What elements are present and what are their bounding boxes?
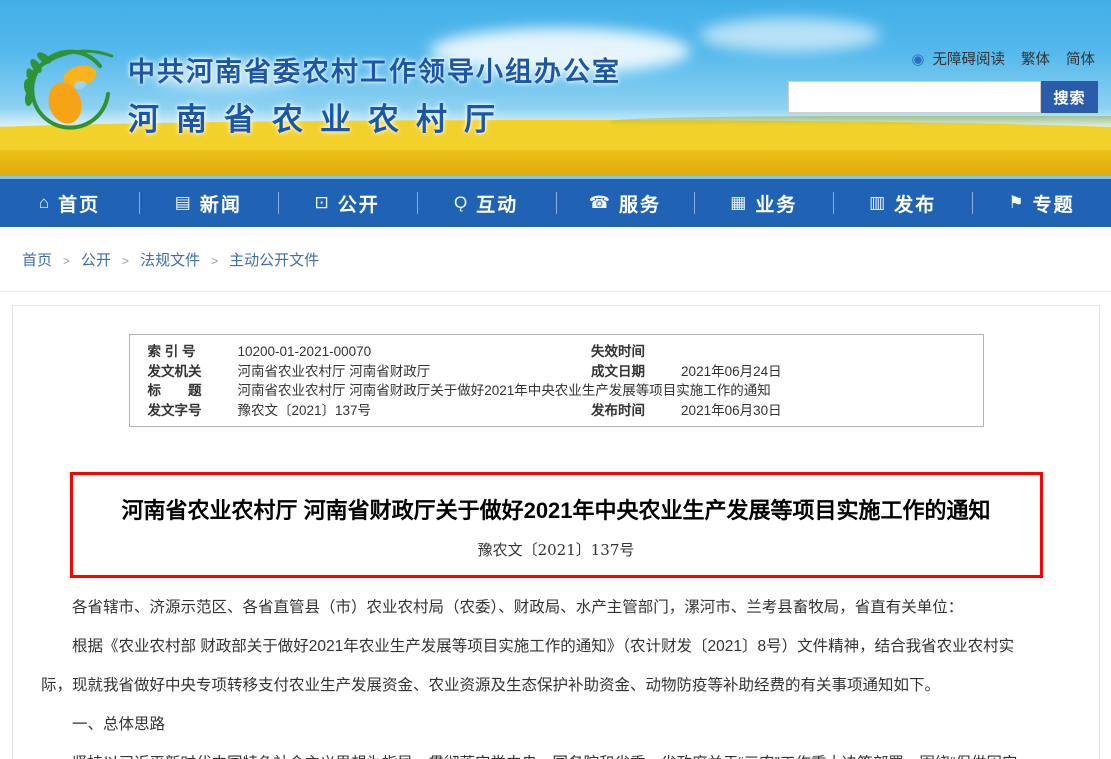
site-logo-wheat-wreath-icon xyxy=(20,40,120,140)
search-input[interactable] xyxy=(788,81,1041,113)
meta-title-label: 标 题 xyxy=(148,381,212,401)
body-paragraph: 根据《农业农村部 财政部关于做好2021年农业生产发展等项目实施工作的通知》（农… xyxy=(41,627,1039,705)
accessibility-link[interactable]: 无障碍阅读 xyxy=(933,48,1006,69)
meta-written-date-value: 2021年06月24日 xyxy=(681,362,782,382)
nav-item[interactable]: ▦ 业务 xyxy=(694,179,833,227)
body-paragraph: 坚持以习近平新时代中国特色社会主义思想为指导，贯彻落实党中央、国务院和省委、省政… xyxy=(41,744,1039,759)
meta-issuer-label: 发文机关 xyxy=(148,362,212,382)
document-title: 河南省农业农村厅 河南省财政厅关于做好2021年中央农业生产发展等项目实施工作的… xyxy=(93,496,1020,526)
topics-icon: ⚑ xyxy=(1008,193,1023,213)
meta-index-label: 索 引 号 xyxy=(148,342,212,362)
wheat-field-decoration xyxy=(0,134,1111,176)
nav-item[interactable]: ⚑ 专题 xyxy=(972,179,1111,227)
meta-index-value: 10200-01-2021-00070 xyxy=(238,342,372,362)
nav-item-label: 专题 xyxy=(1033,190,1075,217)
nav-item-label: 公开 xyxy=(338,190,380,217)
content-panel: 索 引 号 10200-01-2021-00070 失效时间 发文机关 河南省农… xyxy=(12,305,1100,759)
nav-item[interactable]: ⌂ 首页 xyxy=(0,179,139,227)
breadcrumb-item[interactable]: 法规文件 xyxy=(140,249,229,270)
org-title-line2: 河南省农业农村厅 xyxy=(128,94,621,139)
document-number: 豫农文〔2021〕137号 xyxy=(93,539,1020,560)
breadcrumb-item[interactable]: 首页 xyxy=(22,249,81,270)
body-paragraph: 各省辖市、济源示范区、各省直管县（市）农业农村局（农委）、财政局、水产主管部门，… xyxy=(41,588,1039,627)
business-icon: ▦ xyxy=(730,193,746,213)
simplified-chinese-link[interactable]: 简体 xyxy=(1066,48,1095,69)
nav-item-label: 新闻 xyxy=(200,190,242,217)
search-button[interactable]: 搜索 xyxy=(1041,81,1098,113)
breadcrumb-item[interactable]: 公开 xyxy=(81,249,140,270)
meta-issuer-value: 河南省农业农村厅 河南省财政厅 xyxy=(238,362,431,382)
nav-item-label: 发布 xyxy=(894,190,936,217)
accessibility-eye-icon: ◉ xyxy=(911,50,924,68)
search-bar: 搜索 xyxy=(788,81,1098,113)
meta-docno-label: 发文字号 xyxy=(148,401,212,421)
org-title-line1: 中共河南省委农村工作领导小组办公室 xyxy=(128,50,621,89)
interaction-icon: Ǫ xyxy=(454,193,467,213)
document-body: 各省辖市、济源示范区、各省直管县（市）农业农村局（农委）、财政局、水产主管部门，… xyxy=(13,578,1099,759)
meta-published-value: 2021年06月30日 xyxy=(681,401,782,421)
home-icon: ⌂ xyxy=(39,193,49,213)
disclosure-icon: ⊡ xyxy=(315,193,329,213)
main-navigation: ⌂ 首页 ▤ 新闻 ⊡ 公开 Ǫ 互动 ☎ 服务 ▦ 业务 ▥ 发布 xyxy=(0,176,1111,227)
site-title-block: 中共河南省委农村工作领导小组办公室 河南省农业农村厅 xyxy=(128,50,621,139)
meta-row: 发文字号 豫农文〔2021〕137号 发布时间 2021年06月30日 xyxy=(130,401,983,421)
nav-item-label: 互动 xyxy=(476,190,518,217)
cloud-decoration xyxy=(700,18,880,52)
nav-item[interactable]: ▤ 新闻 xyxy=(139,179,278,227)
nav-item-label: 服务 xyxy=(619,190,661,217)
breadcrumb-item[interactable]: 主动公开文件 xyxy=(229,249,319,270)
service-icon: ☎ xyxy=(589,193,610,213)
document-meta-table: 索 引 号 10200-01-2021-00070 失效时间 发文机关 河南省农… xyxy=(129,334,984,427)
document-title-box: 河南省农业农村厅 河南省财政厅关于做好2021年中央农业生产发展等项目实施工作的… xyxy=(70,472,1043,578)
header-tools: ◉ 无障碍阅读 繁体 简体 xyxy=(911,48,1095,69)
nav-item-label: 业务 xyxy=(755,190,797,217)
meta-expiry-label: 失效时间 xyxy=(591,342,655,362)
nav-item-label: 首页 xyxy=(58,190,100,217)
nav-item[interactable]: ⊡ 公开 xyxy=(278,179,417,227)
news-icon: ▤ xyxy=(175,193,191,213)
body-paragraph: 一、总体思路 xyxy=(41,705,1039,744)
meta-title-value: 河南省农业农村厅 河南省财政厅关于做好2021年中央农业生产发展等项目实施工作的… xyxy=(238,381,771,401)
meta-docno-value: 豫农文〔2021〕137号 xyxy=(238,401,372,421)
publish-icon: ▥ xyxy=(869,193,885,213)
nav-item[interactable]: Ǫ 互动 xyxy=(417,179,556,227)
site-banner: 中共河南省委农村工作领导小组办公室 河南省农业农村厅 ◉ 无障碍阅读 繁体 简体… xyxy=(0,0,1111,176)
breadcrumb: 首页 公开 法规文件 主动公开文件 xyxy=(0,227,1111,292)
meta-row: 标 题 河南省农业农村厅 河南省财政厅关于做好2021年中央农业生产发展等项目实… xyxy=(130,381,983,401)
meta-row: 发文机关 河南省农业农村厅 河南省财政厅 成文日期 2021年06月24日 xyxy=(130,362,983,382)
traditional-chinese-link[interactable]: 繁体 xyxy=(1021,48,1050,69)
nav-item[interactable]: ▥ 发布 xyxy=(833,179,972,227)
nav-item[interactable]: ☎ 服务 xyxy=(556,179,695,227)
meta-written-date-label: 成文日期 xyxy=(591,362,655,382)
meta-row: 索 引 号 10200-01-2021-00070 失效时间 xyxy=(130,342,983,362)
meta-published-label: 发布时间 xyxy=(591,401,655,421)
